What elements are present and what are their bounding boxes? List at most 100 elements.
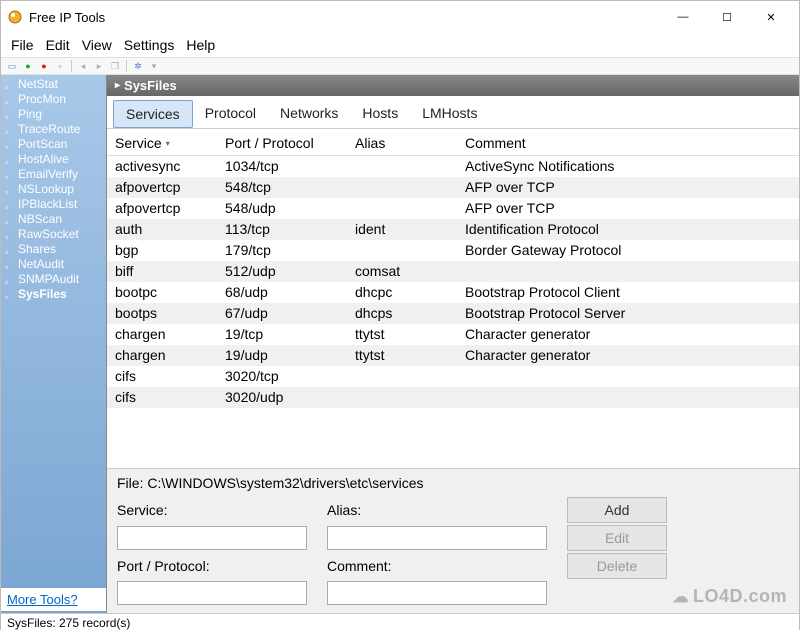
sidebar-item-sysfiles[interactable]: ▫SysFiles <box>1 287 106 302</box>
table-row[interactable]: activesync1034/tcpActiveSync Notificatio… <box>107 156 799 177</box>
cell-alias: ttytst <box>355 345 465 366</box>
cell-comment: Character generator <box>465 324 791 345</box>
table-row[interactable]: bootpc68/udpdhcpcBootstrap Protocol Clie… <box>107 282 799 303</box>
sidebar-item-netaudit[interactable]: ▫NetAudit <box>1 257 106 272</box>
cell-port: 68/udp <box>225 282 355 303</box>
tab-networks[interactable]: Networks <box>268 100 350 128</box>
toolbar-filter-icon[interactable]: ▾ <box>147 59 161 73</box>
table-row[interactable]: afpovertcp548/tcpAFP over TCP <box>107 177 799 198</box>
sidebar-item-portscan[interactable]: ▫PortScan <box>1 137 106 152</box>
sidebar-item-label: NetAudit <box>18 257 64 272</box>
toolbar-settings-icon[interactable]: ✲ <box>131 59 145 73</box>
sidebar-item-icon: ▫ <box>5 290 15 300</box>
tab-lmhosts[interactable]: LMHosts <box>410 100 489 128</box>
table-row[interactable]: cifs3020/tcp <box>107 366 799 387</box>
sidebar-item-icon: ▫ <box>5 110 15 120</box>
toolbar-stop-icon[interactable]: ● <box>37 59 51 73</box>
tab-services[interactable]: Services <box>113 100 193 128</box>
sidebar-item-icon: ▫ <box>5 185 15 195</box>
col-service[interactable]: Service▾ <box>115 135 225 151</box>
edit-button[interactable]: Edit <box>567 525 667 551</box>
sidebar-item-label: NSLookup <box>18 182 74 197</box>
tab-protocol[interactable]: Protocol <box>193 100 268 128</box>
cell-port: 3020/udp <box>225 387 355 408</box>
sidebar-item-rawsocket[interactable]: ▫RawSocket <box>1 227 106 242</box>
grid-scroll[interactable]: Service▾ Port / Protocol Alias Comment a… <box>107 129 799 468</box>
maximize-button[interactable]: ☐ <box>705 3 749 31</box>
toolbar-save-icon[interactable]: ▫ <box>53 59 67 73</box>
tab-hosts[interactable]: Hosts <box>350 100 410 128</box>
toolbar-nav-back-icon[interactable]: ◂ <box>76 59 90 73</box>
sidebar-item-icon: ▫ <box>5 200 15 210</box>
menu-file[interactable]: File <box>5 35 40 55</box>
menu-settings[interactable]: Settings <box>118 35 181 55</box>
close-button[interactable]: ✕ <box>749 3 793 31</box>
sidebar-item-icon: ▫ <box>5 245 15 255</box>
cell-comment: AFP over TCP <box>465 198 791 219</box>
cell-service: cifs <box>115 387 225 408</box>
sidebar-item-ipblacklist[interactable]: ▫IPBlackList <box>1 197 106 212</box>
col-port[interactable]: Port / Protocol <box>225 135 355 151</box>
sidebar-item-icon: ▫ <box>5 215 15 225</box>
table-row[interactable]: bgp179/tcpBorder Gateway Protocol <box>107 240 799 261</box>
table-row[interactable]: afpovertcp548/udpAFP over TCP <box>107 198 799 219</box>
more-tools-link[interactable]: More Tools? <box>7 592 78 607</box>
cell-port: 19/udp <box>225 345 355 366</box>
cell-alias: dhcpc <box>355 282 465 303</box>
menu-view[interactable]: View <box>76 35 118 55</box>
sidebar-item-icon: ▫ <box>5 230 15 240</box>
statusbar: SysFiles: 275 record(s) <box>1 613 799 631</box>
cell-comment <box>465 387 791 408</box>
cell-alias: ident <box>355 219 465 240</box>
table-row[interactable]: chargen19/udpttytstCharacter generator <box>107 345 799 366</box>
sidebar-item-ping[interactable]: ▫Ping <box>1 107 106 122</box>
col-comment[interactable]: Comment <box>465 135 791 151</box>
service-input[interactable] <box>117 526 307 550</box>
toolbar-nav-fwd-icon[interactable]: ▸ <box>92 59 106 73</box>
sidebar-item-hostalive[interactable]: ▫HostAlive <box>1 152 106 167</box>
cell-port: 19/tcp <box>225 324 355 345</box>
table-row[interactable]: chargen19/tcpttytstCharacter generator <box>107 324 799 345</box>
sidebar-item-label: Shares <box>18 242 56 257</box>
table-row[interactable]: biff512/udpcomsat <box>107 261 799 282</box>
sidebar-item-netstat[interactable]: ▫NetStat <box>1 77 106 92</box>
cell-port: 3020/tcp <box>225 366 355 387</box>
titlebar: Free IP Tools — ☐ ✕ <box>1 1 799 33</box>
sidebar-item-shares[interactable]: ▫Shares <box>1 242 106 257</box>
col-alias[interactable]: Alias <box>355 135 465 151</box>
table-row[interactable]: cifs3020/udp <box>107 387 799 408</box>
main-panel: ▸ SysFiles ServicesProtocolNetworksHosts… <box>107 75 799 613</box>
sidebar-item-emailverify[interactable]: ▫EmailVerify <box>1 167 106 182</box>
cell-comment: AFP over TCP <box>465 177 791 198</box>
sidebar-item-label: IPBlackList <box>18 197 77 212</box>
sidebar-item-traceroute[interactable]: ▫TraceRoute <box>1 122 106 137</box>
panel-header: ▸ SysFiles <box>107 75 799 96</box>
table-row[interactable]: bootps67/udpdhcpsBootstrap Protocol Serv… <box>107 303 799 324</box>
sidebar-item-nslookup[interactable]: ▫NSLookup <box>1 182 106 197</box>
cell-service: biff <box>115 261 225 282</box>
sidebar-item-procmon[interactable]: ▫ProcMon <box>1 92 106 107</box>
minimize-button[interactable]: — <box>661 3 705 31</box>
sidebar-item-nbscan[interactable]: ▫NBScan <box>1 212 106 227</box>
sidebar-item-snmpaudit[interactable]: ▫SNMPAudit <box>1 272 106 287</box>
delete-button[interactable]: Delete <box>567 553 667 579</box>
sidebar-item-icon: ▫ <box>5 275 15 285</box>
toolbar-refresh-icon[interactable]: ● <box>21 59 35 73</box>
port-input[interactable] <box>117 581 307 605</box>
cell-comment: ActiveSync Notifications <box>465 156 791 177</box>
cell-service: bgp <box>115 240 225 261</box>
alias-input[interactable] <box>327 526 547 550</box>
toolbar: ▭ ● ● ▫ ◂ ▸ ❐ ✲ ▾ <box>1 57 799 75</box>
add-button[interactable]: Add <box>567 497 667 523</box>
table-row[interactable]: auth113/tcpidentIdentification Protocol <box>107 219 799 240</box>
file-path-line: File: C:\WINDOWS\system32\drivers\etc\se… <box>117 475 789 491</box>
menu-help[interactable]: Help <box>180 35 221 55</box>
cell-alias <box>355 177 465 198</box>
toolbar-new-icon[interactable]: ▭ <box>5 59 19 73</box>
toolbar-copy-icon[interactable]: ❐ <box>108 59 122 73</box>
comment-input[interactable] <box>327 581 547 605</box>
cell-comment: Border Gateway Protocol <box>465 240 791 261</box>
cell-comment: Bootstrap Protocol Client <box>465 282 791 303</box>
sidebar-item-label: NetStat <box>18 77 58 92</box>
menu-edit[interactable]: Edit <box>40 35 76 55</box>
